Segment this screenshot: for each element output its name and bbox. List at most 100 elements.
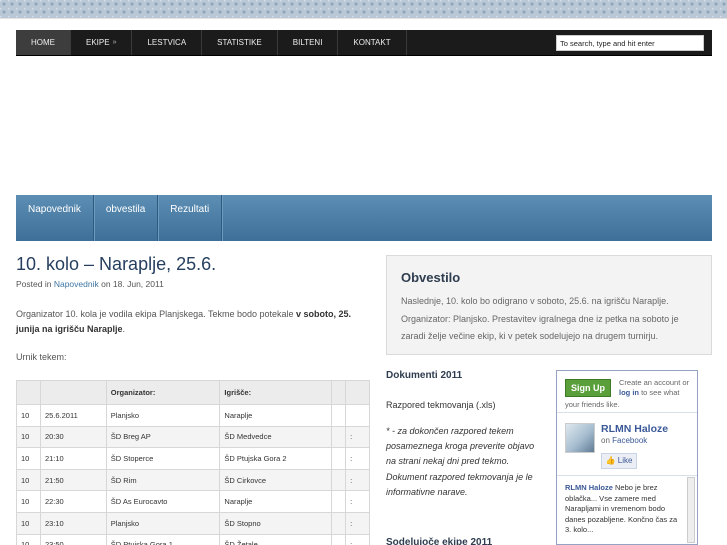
table-cell: 20:30 bbox=[39, 425, 107, 449]
table-header-cell bbox=[331, 380, 347, 405]
table-cell: 10 bbox=[16, 468, 41, 492]
nav-label: EKIPE bbox=[86, 38, 110, 47]
fb-page-name[interactable]: RLMN Haloze bbox=[601, 423, 668, 435]
fb-create-suffix: to see what bbox=[641, 388, 680, 397]
subnav-item-napovednik[interactable]: Napovednik bbox=[16, 195, 94, 241]
table-cell: : bbox=[345, 425, 370, 449]
table-cell: 10 bbox=[16, 404, 41, 427]
table-cell: ŠD Stoperce bbox=[105, 447, 221, 470]
divider bbox=[557, 475, 697, 476]
table-header-cell bbox=[16, 380, 41, 405]
category-navigation: Napovednik obvestila Rezultati bbox=[16, 195, 712, 241]
notice-text: Naslednje, 10. kolo bo odigrano v soboto… bbox=[401, 296, 679, 341]
fb-network-line: on Facebook bbox=[601, 436, 647, 445]
table-cell bbox=[331, 447, 347, 470]
table-cell bbox=[331, 468, 347, 492]
table-cell: ŠD Ptujska Gora 2 bbox=[219, 447, 333, 470]
table-cell: : bbox=[345, 533, 370, 545]
table-cell: 22:30 bbox=[39, 490, 107, 513]
table-row: 10 23:50 ŠD Ptujska Gora 1 ŠD Žetale: bbox=[16, 533, 370, 545]
schedule-label: Urnik tekem: bbox=[16, 352, 67, 362]
nav-label: BILTENI bbox=[292, 38, 323, 47]
subnav-item-rezultati[interactable]: Rezultati bbox=[158, 195, 223, 241]
table-cell: ŠD As Eurocavto bbox=[105, 490, 221, 513]
table-row: 10 21:50 ŠD Rim ŠD Cirkovce: bbox=[16, 468, 370, 492]
table-cell: 10 bbox=[16, 533, 41, 545]
table-cell: ŠD Stopno bbox=[219, 511, 333, 535]
submenu-arrow-icon: » bbox=[112, 39, 117, 46]
schedule-disclaimer: * - za dokončen razpored tekem posamezne… bbox=[386, 426, 535, 497]
table-cell: Planjsko bbox=[105, 404, 221, 427]
table-row: 10 25.6.2011 Planjsko Naraplje bbox=[16, 404, 370, 427]
table-cell: ŠD Rim bbox=[105, 468, 221, 492]
fb-on-word: on bbox=[601, 436, 610, 445]
table-row: 10 22:30 ŠD As Eurocavto Naraplje: bbox=[16, 490, 370, 513]
nav-label: HOME bbox=[31, 38, 55, 47]
table-header-cell bbox=[39, 380, 107, 405]
nav-item-lestvica[interactable]: LESTVICA bbox=[132, 30, 203, 55]
table-cell: 23:50 bbox=[39, 533, 107, 545]
table-row: 10 23:10 Planjsko ŠD Stopno: bbox=[16, 511, 370, 535]
body-text: Organizator 10. kola je vodila ekipa Pla… bbox=[16, 309, 297, 319]
table-cell: Naraplje bbox=[219, 490, 333, 513]
table-cell bbox=[331, 511, 347, 535]
nav-label: STATISTIKE bbox=[217, 38, 262, 47]
schedule-table: Organizator: Igrišče: 10 25.6.2011 Planjsk… bbox=[16, 380, 370, 545]
table-row: 10 21:10 ŠD Stoperce ŠD Ptujska Gora 2: bbox=[16, 447, 370, 470]
page-avatar[interactable] bbox=[565, 423, 595, 453]
nav-item-home[interactable]: HOME bbox=[16, 30, 71, 55]
fb-network-link[interactable]: Facebook bbox=[612, 436, 647, 445]
table-cell: 21:10 bbox=[39, 447, 107, 470]
table-cell bbox=[331, 490, 347, 513]
nav-item-statistike[interactable]: STATISTIKE bbox=[202, 30, 278, 55]
table-cell: Planjsko bbox=[105, 511, 221, 535]
table-cell: ŠD Breg AP bbox=[105, 425, 221, 449]
thumbs-up-icon: 👍 bbox=[605, 456, 616, 465]
table-cell: 10 bbox=[16, 511, 41, 535]
post-meta: Posted in Napovednik on 18. Jun, 2011 bbox=[16, 279, 164, 289]
header-pattern-strip bbox=[0, 0, 727, 18]
nav-item-ekipe[interactable]: EKIPE» bbox=[71, 30, 133, 55]
table-cell: 25.6.2011 bbox=[39, 404, 107, 427]
like-button[interactable]: 👍 Like bbox=[601, 453, 637, 469]
table-row: 10 20:30 ŠD Breg AP ŠD Medvedce: bbox=[16, 425, 370, 449]
meta-prefix: Posted in bbox=[16, 279, 52, 289]
nav-label: KONTAKT bbox=[353, 38, 391, 47]
search-input[interactable] bbox=[556, 35, 704, 51]
table-cell: ŠD Ptujska Gora 1 bbox=[105, 533, 221, 545]
fb-create-account-text: Create an account or log in to see what bbox=[619, 378, 697, 398]
table-cell bbox=[331, 533, 347, 545]
table-header-cell: Igrišče: bbox=[219, 380, 333, 405]
fb-login-link[interactable]: log in bbox=[619, 388, 639, 397]
nav-item-bilteni[interactable]: BILTENI bbox=[278, 30, 339, 55]
table-cell: ŠD Žetale bbox=[219, 533, 333, 545]
teams-heading: Sodelujoče ekipe 2011 bbox=[386, 537, 493, 545]
table-cell: 21:50 bbox=[39, 468, 107, 492]
facebook-like-box: Sign Up Create an account or log in to s… bbox=[556, 370, 698, 545]
post-body: Organizator 10. kola je vodila ekipa Pla… bbox=[16, 307, 366, 337]
table-cell: : bbox=[345, 511, 370, 535]
scrollbar[interactable] bbox=[687, 477, 695, 543]
table-cell: 23:10 bbox=[39, 511, 107, 535]
category-link[interactable]: Napovednik bbox=[54, 279, 99, 289]
nav-item-kontakt[interactable]: KONTAKT bbox=[338, 30, 407, 55]
table-header-cell: Organizator: bbox=[105, 380, 221, 405]
fb-friends-text: your friends like. bbox=[565, 400, 620, 409]
body-end: . bbox=[122, 324, 126, 334]
table-cell: ŠD Medvedce bbox=[219, 425, 333, 449]
table-cell: 10 bbox=[16, 447, 41, 470]
documents-heading: Dokumenti 2011 bbox=[386, 370, 463, 381]
subnav-item-obvestila[interactable]: obvestila bbox=[94, 195, 159, 241]
signup-button[interactable]: Sign Up bbox=[565, 379, 611, 397]
table-cell: : bbox=[345, 490, 370, 513]
notice-box: Obvestilo Naslednje, 10. kolo bo odigran… bbox=[386, 255, 712, 355]
fb-post: RLMN Haloze Nebo je brez oblačka... Vse … bbox=[565, 483, 683, 536]
divider bbox=[557, 412, 697, 413]
table-cell: Naraplje bbox=[219, 404, 333, 427]
table-cell: ŠD Cirkovce bbox=[219, 468, 333, 492]
post-title[interactable]: 10. kolo – Naraplje, 25.6. bbox=[16, 254, 216, 275]
table-cell bbox=[345, 404, 370, 427]
fb-post-author[interactable]: RLMN Haloze bbox=[565, 483, 613, 492]
table-cell bbox=[331, 425, 347, 449]
schedule-download-link[interactable]: Razpored tekmovanja (.xls) bbox=[386, 400, 496, 410]
